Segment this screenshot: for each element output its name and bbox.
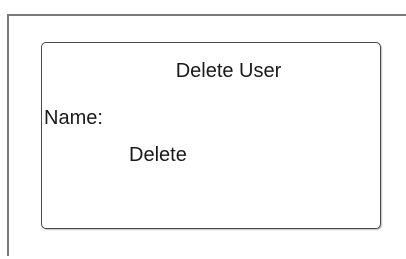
- delete-user-dialog: Delete User Name: Delete: [41, 42, 381, 229]
- frame-top-border: [7, 14, 406, 16]
- frame-left-border: [7, 14, 9, 256]
- dialog-title: Delete User: [175, 60, 282, 82]
- name-label: Name:: [44, 107, 103, 129]
- delete-button[interactable]: Delete: [129, 143, 187, 167]
- window-frame: Delete User Name: Delete: [0, 0, 406, 259]
